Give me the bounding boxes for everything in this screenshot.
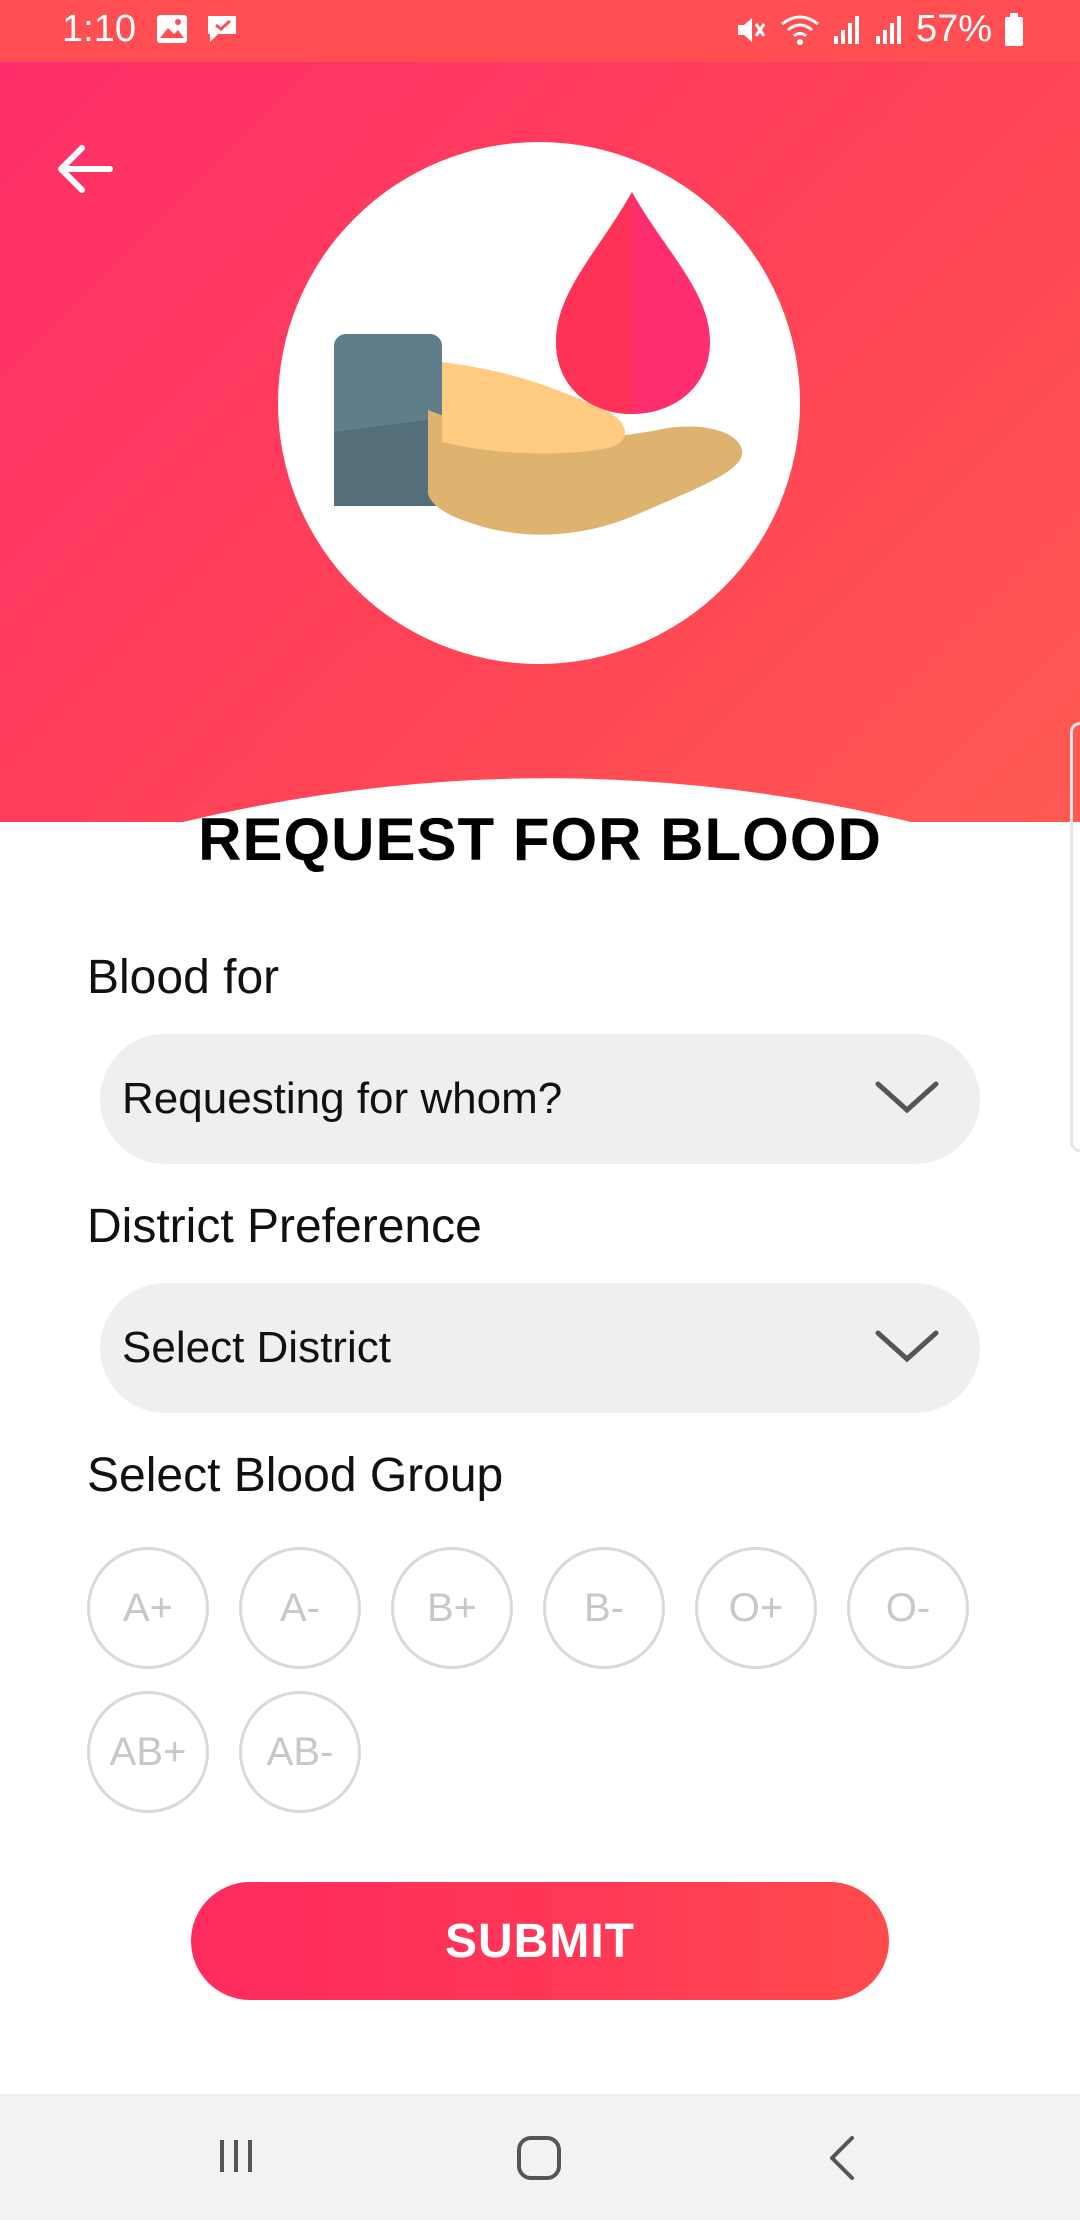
blood-donation-icon (334, 192, 743, 535)
wifi-icon (781, 15, 819, 45)
signal-icon-2 (875, 15, 901, 44)
blood-group-option-a-positive[interactable]: A+ (87, 1547, 209, 1669)
arrow-left-icon (58, 145, 113, 193)
chevron-down-icon (875, 1330, 939, 1363)
submit-button[interactable]: SUBMIT (191, 1882, 889, 2000)
nav-back-icon[interactable] (822, 2134, 862, 2182)
blood-for-label: Blood for (87, 951, 280, 1004)
hero-circle (278, 142, 800, 664)
edge-panel-handle[interactable] (1070, 722, 1080, 1152)
status-bar: 1:10 57% (0, 0, 1080, 62)
message-icon (208, 16, 236, 42)
back-button[interactable] (50, 134, 120, 204)
signal-icon (833, 15, 859, 44)
blood-group-option-b-positive[interactable]: B+ (391, 1547, 513, 1669)
navigation-bar (0, 2094, 1080, 2220)
mute-icon (737, 17, 766, 42)
battery-percent: 57% (915, 8, 992, 50)
gallery-icon (157, 15, 187, 43)
header-banner (0, 62, 1080, 822)
district-dropdown[interactable]: Select District (100, 1283, 980, 1413)
blood-group-option-o-negative[interactable]: O- (847, 1547, 969, 1669)
recent-apps-icon[interactable] (214, 2134, 258, 2178)
district-value: Select District (122, 1323, 391, 1372)
header-curve (183, 778, 911, 822)
blood-group-option-ab-negative[interactable]: AB- (239, 1691, 361, 1813)
blood-group-option-ab-positive[interactable]: AB+ (87, 1691, 209, 1813)
chevron-down-icon (875, 1081, 939, 1114)
blood-group-option-a-negative[interactable]: A- (239, 1547, 361, 1669)
status-time: 1:10 (62, 8, 136, 50)
blood-group-option-b-negative[interactable]: B- (543, 1547, 665, 1669)
blood-for-value: Requesting for whom? (122, 1074, 563, 1123)
district-label: District Preference (87, 1200, 482, 1253)
page-title: REQUEST FOR BLOOD (198, 806, 882, 873)
blood-group-option-o-positive[interactable]: O+ (695, 1547, 817, 1669)
battery-icon (1005, 12, 1023, 46)
blood-group-label: Select Blood Group (87, 1449, 504, 1502)
home-icon[interactable] (515, 2134, 563, 2182)
blood-for-dropdown[interactable]: Requesting for whom? (100, 1034, 980, 1164)
